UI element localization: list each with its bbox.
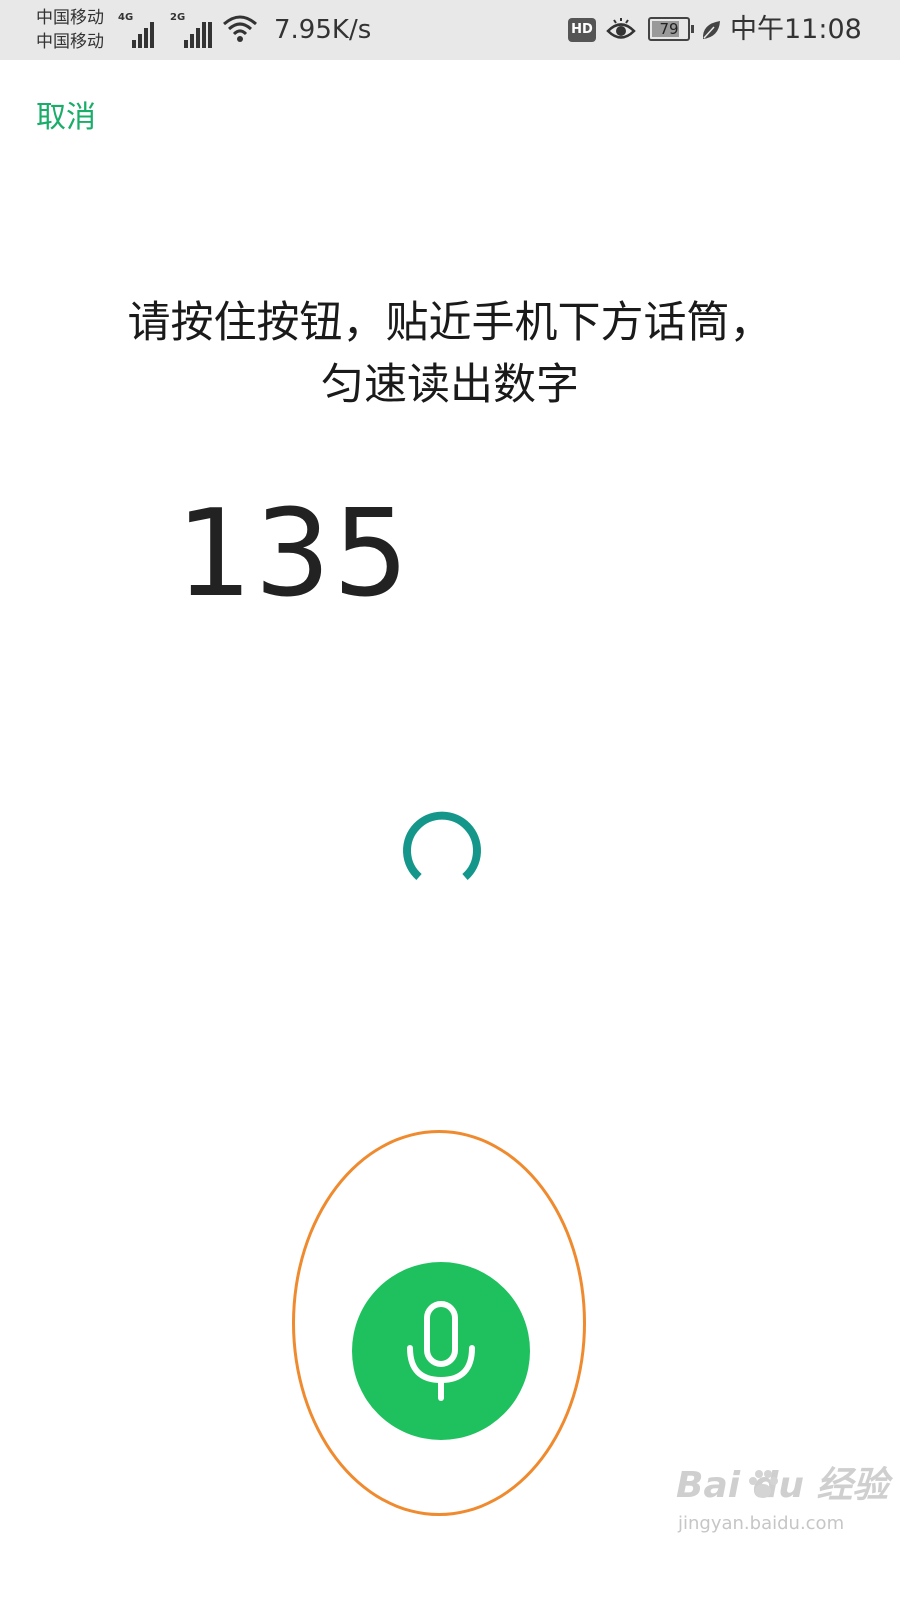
clock: 中午11:08: [730, 14, 862, 45]
carrier-1: 中国移动: [36, 8, 104, 28]
wifi-icon: [223, 15, 257, 42]
battery-icon: 79: [648, 17, 694, 41]
eye-icon: [606, 18, 636, 39]
battery-terminal: [691, 25, 694, 33]
network-speed: 7.95K/s: [274, 15, 372, 45]
status-bar: 中国移动 中国移动 4G 2G 7.95K/s HD 79 中午11:08: [0, 0, 900, 60]
instruction-text: 请按住按钮，贴近手机下方话筒， 匀速读出数字: [0, 292, 900, 416]
cancel-button[interactable]: 取消: [36, 98, 96, 138]
carrier-2: 中国移动: [36, 32, 104, 52]
voice-digits: 135: [176, 485, 412, 624]
instruction-line-1: 请按住按钮，贴近手机下方话筒，: [127, 298, 773, 348]
watermark-url: jingyan.baidu.com: [678, 1513, 845, 1534]
paw-icon: [749, 1470, 778, 1498]
instruction-line-2: 匀速读出数字: [321, 360, 579, 410]
carrier-names: 中国移动 中国移动: [36, 6, 104, 54]
leaf-icon: [702, 21, 720, 39]
watermark-brand: Bai du 经验: [676, 1465, 889, 1506]
highlight-circle-annotation: [292, 1130, 586, 1516]
battery-level: 79: [659, 20, 679, 38]
loading-spinner-icon: [403, 811, 481, 881]
hd-voice-badge: HD: [568, 18, 596, 42]
